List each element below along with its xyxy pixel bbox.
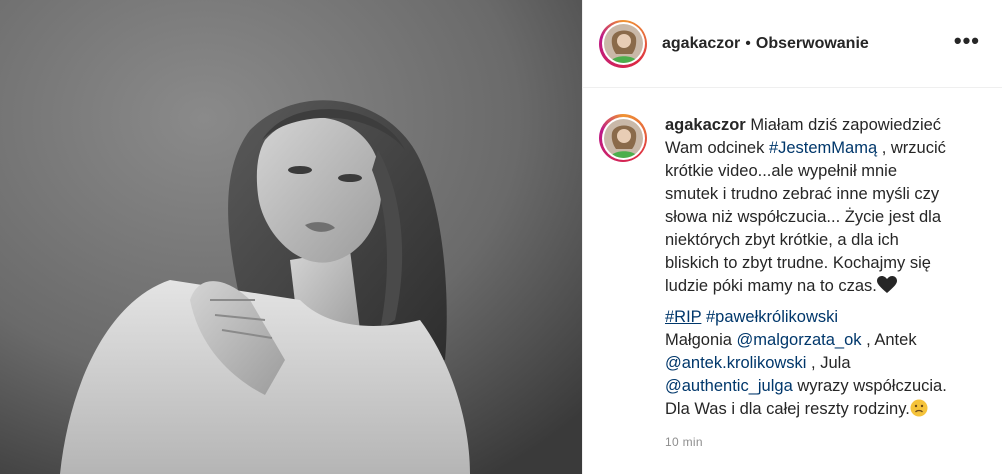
caption-avatar-photo	[603, 118, 643, 158]
caption-text: agakaczor Miałam dziś zapowiedzieć Wam o…	[665, 114, 965, 454]
post-header: agakaczor • Obserwowanie •••	[583, 0, 1002, 88]
caption-line-6: niektórych zbyt krótkie, a dla ich	[665, 231, 899, 249]
caption-text-m1b: , Antek	[861, 331, 917, 349]
caption-username[interactable]: agakaczor	[665, 116, 746, 134]
hashtag-pawelkrolikowski[interactable]: #pawełkrólikowski	[706, 308, 838, 326]
caption-line-1: agakaczor Miałam dziś zapowiedzieć	[665, 114, 965, 137]
caption: agakaczor Miałam dziś zapowiedzieć Wam o…	[583, 88, 1002, 454]
caption-text-2: Wam odcinek	[665, 139, 769, 157]
caption-last-line: Dla Was i dla całej reszty rodziny.	[665, 398, 965, 421]
following-button[interactable]: Obserwowanie	[756, 35, 869, 53]
hashtag-rip[interactable]: #RIP	[665, 308, 701, 326]
hashtag-jestemmama[interactable]: #JestemMamą	[769, 139, 877, 157]
post-image	[0, 0, 582, 474]
caption-line-4: smutek i trudno zebrać inne myśli czy	[665, 185, 940, 203]
sad-face-emoji-icon	[910, 399, 928, 417]
post-timestamp[interactable]: 10 min	[665, 431, 965, 454]
caption-text-2b: , wrzucić	[877, 139, 946, 157]
caption-text-1: Miałam dziś zapowiedzieć	[750, 116, 942, 134]
avatar-photo	[603, 24, 643, 63]
caption-text-m2b: , Jula	[806, 354, 851, 372]
caption-line-5: słowa niż współczucia... Życie jest dla	[665, 208, 942, 226]
header-text: agakaczor • Obserwowanie	[662, 35, 869, 53]
caption-mentions-line-3: @authentic_julga wyrazy współczucia.	[665, 375, 965, 398]
caption-hashtags: #RIP #pawełkrólikowski	[665, 306, 965, 329]
post-photo[interactable]	[0, 0, 582, 474]
more-options-icon[interactable]: •••	[954, 30, 980, 52]
caption-line-7: bliskich to zbyt trudne. Kochajmy się	[665, 254, 931, 272]
caption-mentions-line-2: @antek.krolikowski , Jula	[665, 352, 965, 375]
author-avatar[interactable]	[599, 19, 647, 68]
mention-authentic-julga[interactable]: @authentic_julga	[665, 377, 793, 395]
caption-text-m1: Małgonia	[665, 331, 737, 349]
mention-antek-krolikowski[interactable]: @antek.krolikowski	[665, 354, 806, 372]
caption-line-3: krótkie video...ale wypełnił mnie	[665, 162, 898, 180]
caption-author-avatar[interactable]	[599, 114, 647, 162]
caption-mentions-line-1: Małgonia @malgorzata_ok , Antek	[665, 329, 965, 352]
mention-malgorzata-ok[interactable]: @malgorzata_ok	[737, 331, 862, 349]
caption-line-2: Wam odcinek #JestemMamą , wrzucić	[665, 137, 965, 160]
caption-text-8: ludzie póki mamy na to czas.	[665, 277, 877, 295]
black-heart-icon	[876, 276, 897, 293]
caption-text-last: Dla Was i dla całej reszty rodziny.	[665, 400, 910, 418]
caption-text-m3b: wyrazy współczucia.	[792, 377, 947, 395]
header-username[interactable]: agakaczor	[662, 35, 740, 53]
caption-line-8: ludzie póki mamy na to czas.	[665, 275, 965, 298]
post-side-panel: agakaczor • Obserwowanie ••• agakaczor M…	[582, 0, 1002, 474]
instagram-post: agakaczor • Obserwowanie ••• agakaczor M…	[0, 0, 1002, 474]
header-separator: •	[745, 34, 751, 52]
